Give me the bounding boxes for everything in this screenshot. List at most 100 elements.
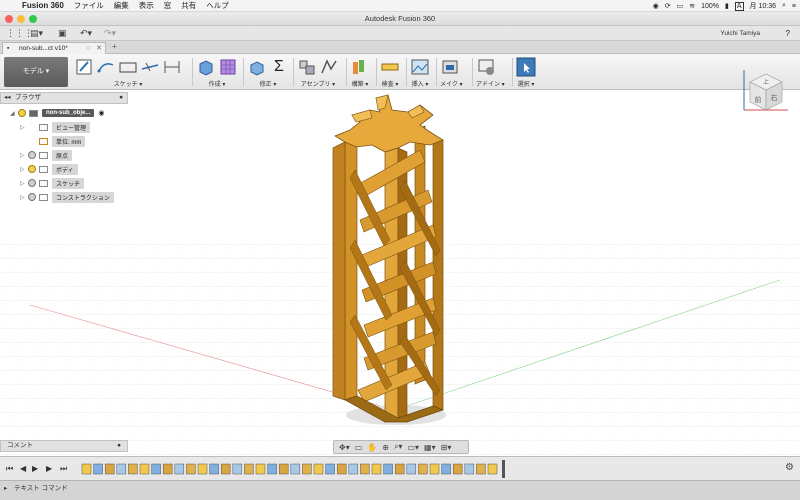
- menu-window[interactable]: 窓: [164, 0, 172, 11]
- construct-group[interactable]: 構築 ▾: [350, 56, 370, 88]
- comments-panel-header[interactable]: コメント ●: [0, 440, 128, 452]
- display-settings-icon[interactable]: ▭▾: [407, 443, 419, 452]
- assemble-group-label[interactable]: アセンブリ ▾: [297, 79, 339, 88]
- sketch-group-label[interactable]: スケッチ ▾: [74, 79, 182, 88]
- close-window-button[interactable]: [5, 15, 13, 23]
- grid-settings-icon[interactable]: ▦▾: [424, 443, 436, 452]
- expand-icon[interactable]: ▷: [20, 180, 28, 187]
- extrude-icon[interactable]: [196, 57, 216, 77]
- undo-icon[interactable]: ↶▾: [80, 28, 92, 39]
- measure-icon[interactable]: [380, 57, 400, 77]
- timeline-feature-icon[interactable]: [336, 463, 347, 475]
- form-icon[interactable]: [218, 57, 238, 77]
- dimension-icon[interactable]: [162, 57, 182, 77]
- timeline-feature-icon[interactable]: [394, 463, 405, 475]
- menu-view[interactable]: 表示: [139, 0, 154, 11]
- step-back-icon[interactable]: ◀: [20, 464, 26, 473]
- root-component-label[interactable]: non-sub_obje...: [42, 109, 95, 117]
- timeline-feature-icon[interactable]: [104, 463, 115, 475]
- spotlight-icon[interactable]: ⌕: [782, 2, 786, 10]
- scripts-addins-icon[interactable]: [476, 57, 496, 77]
- input-source[interactable]: A: [734, 1, 744, 11]
- timeline-feature-icon[interactable]: [186, 463, 196, 475]
- timeline-feature-icon[interactable]: [151, 463, 161, 475]
- timeline-feature-icon[interactable]: [325, 463, 335, 475]
- browser-item-sketches[interactable]: ▷ スケッチ: [20, 177, 85, 189]
- sigma-icon[interactable]: Σ: [269, 57, 289, 77]
- browser-root-row[interactable]: ◢ non-sub_obje... ◉: [10, 107, 104, 119]
- rectangle-icon[interactable]: [118, 57, 138, 77]
- timeline-settings-icon[interactable]: ⚙: [785, 462, 794, 473]
- expand-text-command-icon[interactable]: ▸: [4, 481, 7, 497]
- visibility-bulb-icon[interactable]: [18, 109, 26, 117]
- go-to-start-icon[interactable]: ⏮: [6, 464, 13, 474]
- inspect-group-label[interactable]: 検査 ▾: [380, 79, 400, 88]
- new-component-icon[interactable]: [297, 57, 317, 77]
- timeline-feature-icon[interactable]: [406, 463, 417, 475]
- visibility-bulb-icon[interactable]: [28, 165, 36, 173]
- timeline-feature-icon[interactable]: [255, 463, 266, 475]
- new-tab-icon[interactable]: +: [112, 42, 117, 51]
- notification-icon[interactable]: ≡: [792, 3, 796, 10]
- sync-icon[interactable]: ⟳: [665, 2, 671, 10]
- addins-group[interactable]: アドイン ▾: [476, 56, 505, 88]
- timeline-feature-icon[interactable]: [267, 463, 277, 475]
- visibility-bulb-icon[interactable]: [28, 151, 36, 159]
- 3d-viewport[interactable]: [0, 90, 800, 456]
- browser-item-label[interactable]: ビュー管理: [52, 121, 91, 133]
- timeline-feature-icon[interactable]: [371, 463, 382, 475]
- help-button[interactable]: ?: [786, 28, 790, 39]
- redo-icon[interactable]: ↷▾: [104, 28, 116, 39]
- expand-icon[interactable]: ▷: [20, 166, 28, 173]
- create-group-label[interactable]: 作成 ▾: [196, 79, 238, 88]
- addins-group-label[interactable]: アドイン ▾: [476, 79, 505, 88]
- assemble-group[interactable]: アセンブリ ▾: [297, 56, 339, 88]
- modify-group[interactable]: Σ 修正 ▾: [247, 56, 289, 88]
- create-group[interactable]: 作成 ▾: [196, 56, 238, 88]
- browser-item-label[interactable]: 原点: [52, 149, 73, 161]
- offset-plane-icon[interactable]: [350, 57, 370, 77]
- battery-icon[interactable]: ▮: [725, 2, 729, 10]
- browser-item-label[interactable]: スケッチ: [52, 177, 85, 189]
- timeline-feature-icon[interactable]: [278, 463, 289, 475]
- go-to-end-icon[interactable]: ⏭: [60, 464, 67, 474]
- timeline-feature-icon[interactable]: [302, 463, 312, 475]
- insert-group-label[interactable]: 挿入 ▾: [410, 79, 430, 88]
- browser-item-origin[interactable]: ▷ 原点: [20, 149, 73, 161]
- viewports-icon[interactable]: ⊞▾: [441, 443, 452, 452]
- workspace-switcher[interactable]: モデル ▾: [4, 57, 68, 87]
- browser-item-named-views[interactable]: ▷ ビュー管理: [20, 121, 91, 133]
- timeline-feature-icon[interactable]: [209, 463, 219, 475]
- timeline-feature-icon[interactable]: [220, 463, 231, 475]
- select-arrow-icon[interactable]: [516, 57, 536, 77]
- look-at-icon[interactable]: ▭: [355, 443, 363, 452]
- pan-icon[interactable]: ✋: [367, 443, 377, 452]
- timeline-feature-icon[interactable]: [244, 463, 254, 475]
- browser-item-label[interactable]: コンストラクション: [52, 191, 114, 203]
- timeline-feature-icon[interactable]: [290, 463, 301, 475]
- timeline-marker[interactable]: [502, 460, 505, 478]
- app-menu[interactable]: Fusion 360: [22, 1, 64, 10]
- browser-panel-header[interactable]: ◂◂ ブラウザ ●: [0, 92, 128, 104]
- timeline-feature-icon[interactable]: [348, 463, 359, 475]
- data-panel-icon[interactable]: ⋮⋮⋮: [6, 28, 33, 39]
- timeline-feature-icon[interactable]: [93, 463, 103, 475]
- expand-icon[interactable]: ▷: [20, 152, 28, 159]
- timeline-feature-icon[interactable]: [418, 463, 428, 475]
- expand-icon[interactable]: ▷: [20, 124, 28, 131]
- visibility-bulb-icon[interactable]: [28, 179, 36, 187]
- timeline-feature-icon[interactable]: [174, 463, 185, 475]
- timeline-features[interactable]: [80, 460, 510, 478]
- step-forward-icon[interactable]: ▶: [46, 464, 52, 473]
- select-group-label[interactable]: 選択 ▾: [516, 79, 536, 88]
- browser-item-bodies[interactable]: ▷ ボディ: [20, 163, 78, 175]
- line-icon[interactable]: [96, 57, 116, 77]
- timeline-feature-icon[interactable]: [139, 463, 150, 475]
- make-group[interactable]: メイク ▾: [440, 56, 463, 88]
- browser-item-construction[interactable]: ▷ コンストラクション: [20, 191, 114, 203]
- timeline-feature-icon[interactable]: [360, 463, 370, 475]
- browser-item-label[interactable]: 単位: mm: [52, 135, 86, 147]
- play-icon[interactable]: ▶: [32, 464, 38, 473]
- timeline-feature-icon[interactable]: [162, 463, 173, 475]
- press-pull-icon[interactable]: [247, 57, 267, 77]
